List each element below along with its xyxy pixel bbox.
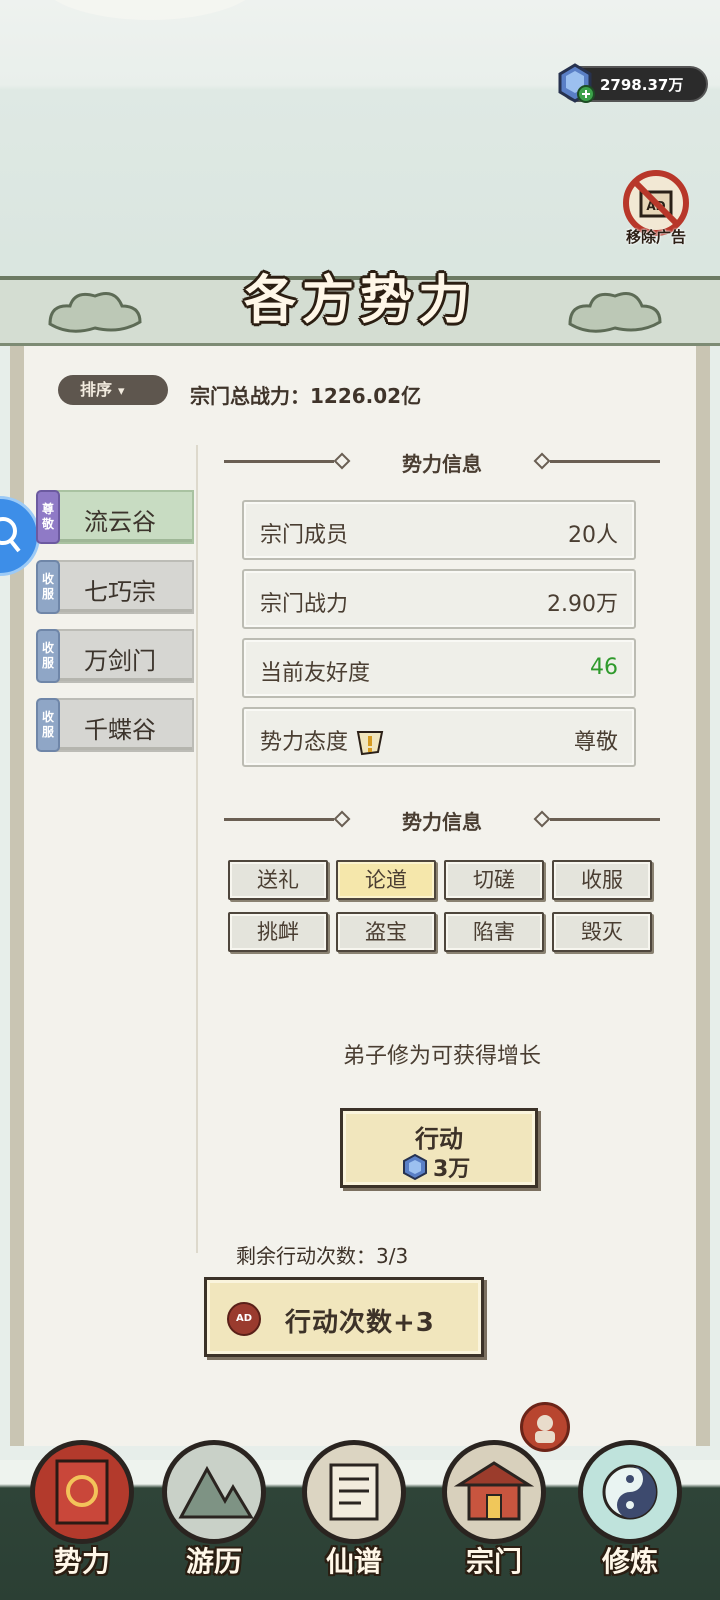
- action-spar-button[interactable]: 切磋: [444, 860, 544, 900]
- add-actions-label: 行动次数+3: [285, 1308, 435, 1338]
- info-label: 宗门成员: [260, 523, 349, 548]
- info-label: 势力态度: [260, 730, 349, 755]
- nav-sect[interactable]: 宗门: [438, 1440, 548, 1600]
- mountain-travel-icon: [162, 1440, 266, 1544]
- divider-line: [550, 460, 660, 463]
- spirit-stone-icon: [403, 1153, 427, 1181]
- info-row-attitude: 势力态度 尊敬: [242, 707, 636, 767]
- attitude-badge: 收服: [36, 629, 60, 683]
- action-destroy-button[interactable]: 毁灭: [552, 912, 652, 952]
- remaining-actions-text: 剩余行动次数：3/3: [236, 1244, 409, 1268]
- action-cost: 3万: [433, 1157, 471, 1182]
- info-row-members: 宗门成员 20人: [242, 500, 636, 560]
- friendship-value: 46: [590, 655, 618, 680]
- page-title: 各方势力: [243, 270, 476, 331]
- sect-tab-qiandiegu[interactable]: 收服 千蝶谷: [36, 698, 194, 752]
- attitude-label-group: 势力态度: [260, 724, 386, 758]
- nav-immortal-register[interactable]: 仙谱: [298, 1440, 408, 1600]
- remove-ad-label: 移除广告: [625, 228, 686, 246]
- nav-power[interactable]: 势力: [26, 1440, 136, 1600]
- chevron-down-icon: ▾: [118, 384, 125, 399]
- info-label: 宗门战力: [260, 592, 349, 617]
- info-label: 当前友好度: [260, 661, 371, 686]
- info-value: 尊敬: [573, 730, 618, 755]
- attitude-badge: 尊敬: [36, 490, 60, 544]
- divider-line: [550, 818, 660, 821]
- nav-travel[interactable]: 游历: [158, 1440, 268, 1600]
- gate-art: [453, 1461, 535, 1521]
- info-value: 20人: [568, 523, 618, 548]
- info-row-power: 宗门战力 2.90万: [242, 569, 636, 629]
- action-frame-button[interactable]: 陷害: [444, 912, 544, 952]
- nav-label: 宗门: [465, 1545, 522, 1578]
- yin-yang-art: [602, 1464, 658, 1520]
- currency-display[interactable]: 2798.37万: [558, 63, 708, 103]
- notification-avatar-icon[interactable]: [520, 1402, 570, 1452]
- spirit-stone-add-icon[interactable]: [554, 62, 596, 104]
- action-provoke-button[interactable]: 挑衅: [228, 912, 328, 952]
- info-section-header: 势力信息: [224, 446, 660, 476]
- sect-tab-wanjianmen[interactable]: 收服 万剑门: [36, 629, 194, 683]
- action-debate-button[interactable]: 论道: [336, 860, 436, 900]
- action-subdue-button[interactable]: 收服: [552, 860, 652, 900]
- nav-label: 修炼: [601, 1545, 658, 1578]
- sect-name: 七巧宗: [84, 578, 156, 606]
- sect-name: 流云谷: [84, 508, 156, 536]
- search-icon: [0, 517, 21, 553]
- attitude-badge: 收服: [36, 560, 60, 614]
- nav-label: 游历: [185, 1545, 242, 1578]
- nav-cultivate[interactable]: 修炼: [574, 1440, 684, 1600]
- watch-ad-add-actions-button[interactable]: AD 行动次数+3: [204, 1277, 484, 1357]
- mountain-art: [178, 1465, 254, 1519]
- action-description: 弟子修为可获得增长: [342, 1044, 541, 1069]
- column-divider: [196, 445, 198, 1253]
- perform-action-label: 行动: [415, 1125, 463, 1153]
- power-banner-icon: [30, 1440, 134, 1544]
- yin-yang-icon: [578, 1440, 682, 1544]
- sort-button[interactable]: 排序 ▾: [58, 375, 168, 405]
- sect-name: 千蝶谷: [84, 716, 156, 744]
- info-value: 2.90万: [547, 592, 618, 617]
- currency-amount: 2798.37万: [600, 76, 684, 94]
- banner-emblem: [55, 1459, 109, 1525]
- scroll-art: [329, 1463, 379, 1521]
- nav-label: 势力: [53, 1545, 110, 1578]
- sect-name: 万剑门: [84, 647, 156, 675]
- sect-gate-icon: [442, 1440, 546, 1544]
- action-section-header: 势力信息: [224, 804, 660, 834]
- ad-video-icon: AD: [227, 1302, 261, 1336]
- disciple-avatar: [535, 1415, 555, 1443]
- warning-help-icon[interactable]: [352, 728, 386, 758]
- sect-tab-liuyungu[interactable]: 尊敬 流云谷: [36, 490, 194, 544]
- remove-ad-button[interactable]: AD 移除广告: [604, 168, 708, 252]
- sky-background: [0, 0, 720, 300]
- nav-label: 仙谱: [325, 1545, 382, 1578]
- action-gift-button[interactable]: 送礼: [228, 860, 328, 900]
- scroll-book-icon: [302, 1440, 406, 1544]
- attitude-badge: 收服: [36, 698, 60, 752]
- cloud-decoration: [40, 0, 260, 20]
- info-row-friendship: 当前友好度 46: [242, 638, 636, 698]
- perform-action-button[interactable]: 行动 3万: [340, 1108, 538, 1188]
- sort-label: 排序: [80, 380, 113, 399]
- sect-tab-qiqiaozong[interactable]: 收服 七巧宗: [36, 560, 194, 614]
- action-steal-button[interactable]: 盗宝: [336, 912, 436, 952]
- total-power-text: 宗门总战力：1226.02亿: [190, 384, 422, 408]
